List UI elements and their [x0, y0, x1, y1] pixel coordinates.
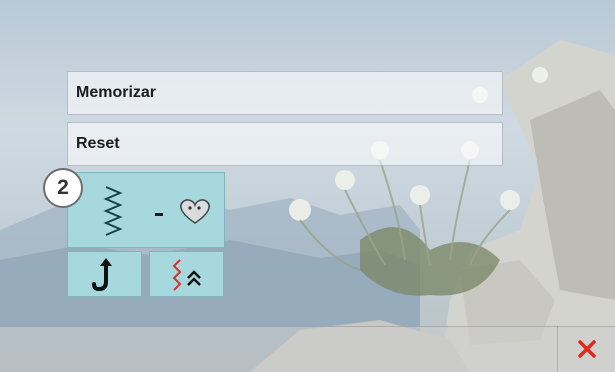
memorizar-label: Memorizar — [76, 84, 157, 101]
separator-dash — [155, 213, 163, 216]
memorizar-button[interactable]: Memorizar — [67, 71, 503, 115]
stitch-balance-button[interactable] — [149, 251, 224, 297]
stitch-combination-tile[interactable] — [67, 172, 225, 248]
bottom-toolbar — [0, 326, 615, 372]
callout-number: 2 — [57, 176, 69, 199]
sewing-machine-screen: Memorizar Reset 2 — [0, 0, 615, 372]
heart-motif-icon — [180, 199, 210, 224]
zigzag-stitch-icon — [103, 186, 123, 236]
stitch-combination-graphic — [103, 186, 210, 236]
needle-up-hook-icon — [92, 258, 112, 292]
close-button[interactable] — [557, 326, 615, 372]
reset-button[interactable]: Reset — [67, 122, 503, 166]
callout-number-badge: 2 — [43, 168, 83, 208]
stitch-balance-chevron-icon — [172, 259, 201, 291]
needle-up-button[interactable] — [67, 251, 142, 297]
close-x-icon — [578, 340, 596, 358]
reset-label: Reset — [76, 135, 120, 152]
